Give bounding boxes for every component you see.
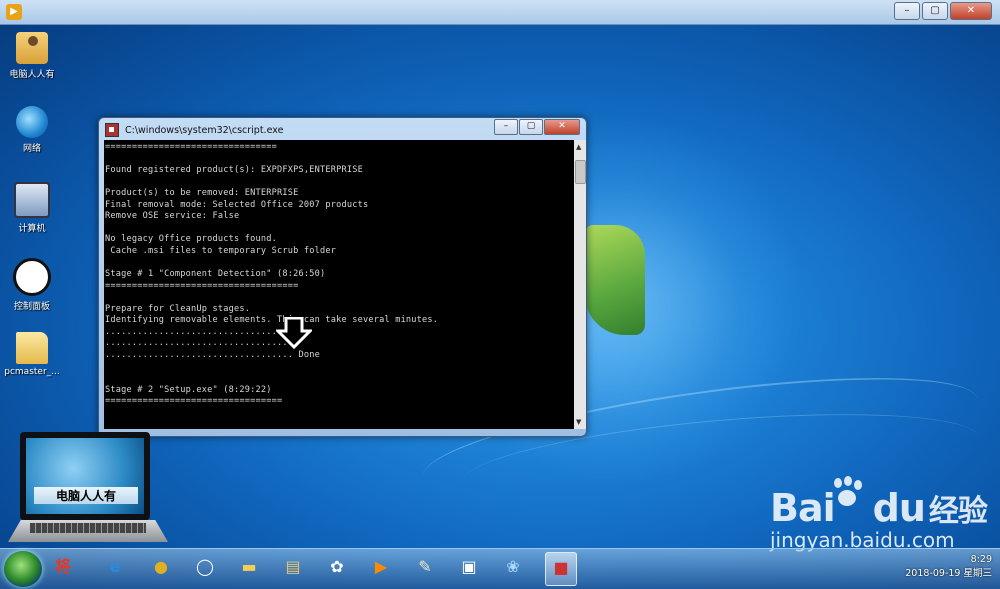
desktop-icon-network[interactable]: 网络 — [4, 106, 60, 154]
taskbar-app-jiang[interactable]: 将 — [48, 552, 78, 584]
taskbar-folder-yellow-icon: ▬ — [241, 557, 257, 576]
console-line: Prepare for CleanUp stages. — [105, 303, 251, 314]
outer-minimize-button[interactable]: – — [894, 2, 920, 20]
network-icon — [16, 106, 48, 138]
desktop-icon-label: 控制面板 — [13, 302, 50, 312]
console-output[interactable]: ================================ Found re… — [104, 140, 574, 429]
taskbar-chrome[interactable]: ● — [146, 552, 176, 584]
console-app-icon — [105, 123, 119, 137]
folder-icon — [16, 332, 48, 364]
clock-date: 2018-09-19 星期三 — [905, 568, 992, 579]
desktop-icon-label: 电脑人人有 — [9, 70, 55, 80]
console-line: No legacy Office products found. — [105, 234, 277, 245]
desktop-icon-computer[interactable]: 计算机 — [4, 182, 60, 234]
taskbar-cscript[interactable]: ■ — [545, 552, 577, 586]
console-line: ................................... Done — [105, 349, 320, 360]
taskbar-paint[interactable]: ✎ — [410, 552, 440, 584]
console-line: ================================ — [105, 142, 277, 152]
console-minimize-button[interactable]: – — [494, 119, 518, 135]
console-close-button[interactable]: ✕ — [544, 119, 580, 135]
clock-time: 8:29 — [970, 554, 992, 565]
baidu-brand-cn: 经验 — [928, 494, 988, 529]
player-app-icon: ▶ — [6, 4, 22, 20]
taskbar-paint-icon: ✎ — [418, 557, 432, 576]
taskbar-clover-icon: ❀ — [506, 557, 520, 576]
taskbar-app-jiang-icon: 将 — [54, 557, 71, 576]
console-line: Remove OSE service: False — [105, 211, 240, 222]
taskbar-clover[interactable]: ❀ — [498, 552, 528, 584]
laptop-keyboard — [8, 520, 168, 542]
laptop-screen: 电脑人人有 — [20, 432, 150, 520]
baidu-brand-bai: Bai — [770, 486, 836, 530]
desktop-icon-label: pcmaster_... — [4, 367, 60, 377]
console-title: C:\windows\system32\cscript.exe — [125, 124, 284, 136]
console-line: Found registered product(s): EXPDFXPS,EN… — [105, 165, 363, 176]
desktop-icon-control-panel[interactable]: 控制面板 — [4, 258, 60, 312]
console-line: ================================= — [105, 396, 283, 407]
outer-close-button[interactable]: ✕ — [950, 2, 992, 20]
pc-logo-laptop: 电脑人人有 — [8, 432, 168, 550]
panda-control-panel-icon — [13, 258, 51, 296]
baidu-brand: Bai du 经验 — [770, 476, 1000, 530]
taskbar-qq[interactable]: ◯ — [190, 552, 220, 584]
taskbar-pinwheel[interactable]: ✿ — [322, 552, 352, 584]
baidu-brand-du: du — [872, 486, 926, 530]
console-line: Identifying removable elements. This can… — [105, 315, 439, 326]
console-line: .................................... — [105, 338, 299, 349]
desktop-icon-label: 计算机 — [18, 224, 46, 234]
taskbar-media[interactable]: ▶ — [366, 552, 396, 584]
taskbar-explorer-icon: ▤ — [285, 557, 301, 576]
start-button[interactable] — [4, 551, 42, 587]
console-scrollbar[interactable]: ▲ ▼ — [574, 140, 586, 429]
console-line: Cache .msi files to temporary Scrub fold… — [105, 245, 337, 256]
console-line: Final removal mode: Selected Office 2007… — [105, 199, 369, 210]
desktop-icon-user[interactable]: 电脑人人有 — [4, 32, 60, 80]
scroll-up-arrow-icon[interactable]: ▲ — [576, 143, 581, 151]
console-line: Stage # 1 "Component Detection" (8:26:50… — [105, 269, 326, 280]
user-folder-icon — [16, 32, 48, 64]
computer-icon — [14, 182, 50, 218]
taskbar-chrome-icon: ● — [154, 557, 168, 576]
taskbar-cscript-icon: ■ — [553, 558, 569, 577]
console-line: .................................... — [105, 326, 299, 337]
taskbar-ie-icon: e — [109, 557, 121, 576]
desktop-icon-pcmaster[interactable]: pcmaster_... — [4, 332, 60, 377]
taskbar-media-icon: ▶ — [374, 557, 388, 576]
desktop-icon-label: 网络 — [22, 144, 41, 154]
taskbar-box[interactable]: ▣ — [454, 552, 484, 584]
console-line: ==================================== — [105, 280, 299, 291]
baidu-watermark: Bai du 经验 jingyan.baidu.com — [770, 476, 1000, 552]
cscript-console-window[interactable]: C:\windows\system32\cscript.exe – ▢ ✕ ==… — [98, 117, 587, 437]
taskbar-qq-icon: ◯ — [196, 557, 214, 576]
outer-maximize-button[interactable]: ▢ — [922, 2, 948, 20]
taskbar-folder-yellow[interactable]: ▬ — [234, 552, 264, 584]
outer-window-titlebar[interactable]: ▶ – ▢ ✕ — [0, 0, 1000, 25]
console-maximize-button[interactable]: ▢ — [519, 119, 543, 135]
scroll-down-arrow-icon[interactable]: ▼ — [576, 418, 581, 426]
taskbar-pinwheel-icon: ✿ — [330, 557, 344, 576]
console-line: Stage # 2 "Setup.exe" (8:29:22) — [105, 384, 272, 395]
system-clock[interactable]: 8:29 2018-09-19 星期三 — [905, 553, 992, 581]
taskbar-explorer[interactable]: ▤ — [278, 552, 308, 584]
logo-title: 电脑人人有 — [34, 487, 138, 504]
taskbar-box-icon: ▣ — [461, 557, 477, 576]
taskbar-ie[interactable]: e — [100, 552, 130, 584]
baidu-paw-icon — [830, 476, 866, 512]
scroll-thumb[interactable] — [575, 160, 586, 184]
console-titlebar[interactable]: C:\windows\system32\cscript.exe — [105, 122, 283, 138]
console-line: Product(s) to be removed: ENTERPRISE — [105, 188, 299, 199]
wallpaper-windows-flag — [585, 225, 645, 335]
